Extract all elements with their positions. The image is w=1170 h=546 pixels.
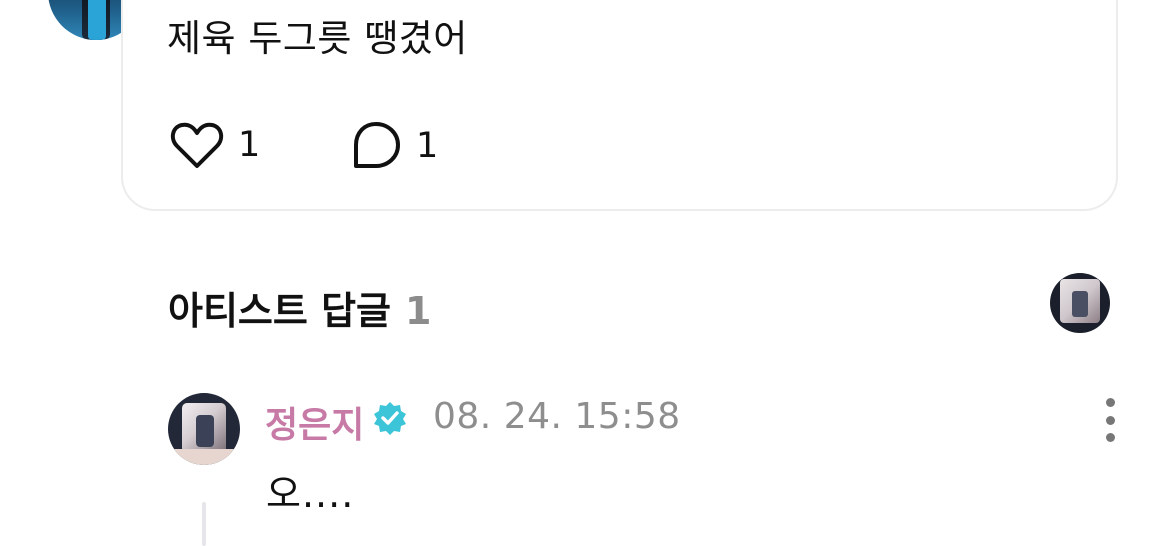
page: 제육 두그릇 땡겼어 1 1 아티스트 답글 1 정은지 08. 24. 15:… bbox=[0, 0, 1170, 546]
reply-author-avatar[interactable] bbox=[168, 393, 240, 465]
artist-replies-title: 아티스트 답글 bbox=[168, 289, 391, 333]
more-dot bbox=[1105, 398, 1115, 407]
comment-button[interactable]: 1 bbox=[350, 120, 438, 172]
artist-replies-header: 아티스트 답글 1 bbox=[168, 280, 431, 335]
heart-icon bbox=[170, 122, 224, 168]
avatar-photo-detail bbox=[196, 415, 214, 447]
avatar-figure-detail bbox=[88, 0, 106, 40]
like-count: 1 bbox=[238, 125, 261, 165]
reply-text: 오.... bbox=[266, 472, 355, 516]
post-text: 제육 두그릇 땡겼어 bbox=[167, 17, 468, 60]
comment-count: 1 bbox=[416, 126, 439, 166]
avatar-photo-bottom bbox=[168, 449, 240, 465]
more-dot bbox=[1105, 433, 1115, 442]
artist-avatar[interactable] bbox=[1050, 273, 1110, 333]
speech-bubble-icon bbox=[354, 122, 400, 168]
more-dot bbox=[1105, 415, 1115, 425]
artist-replies-count: 1 bbox=[405, 289, 432, 333]
thread-line bbox=[202, 502, 206, 546]
like-button[interactable]: 1 bbox=[170, 120, 260, 170]
more-vertical-icon[interactable] bbox=[1096, 398, 1124, 442]
verified-badge-icon bbox=[374, 402, 406, 435]
avatar-photo-detail bbox=[1072, 291, 1088, 317]
reply-author-name[interactable]: 정은지 bbox=[265, 396, 364, 448]
reply-timestamp: 08. 24. 15:58 bbox=[433, 396, 681, 437]
